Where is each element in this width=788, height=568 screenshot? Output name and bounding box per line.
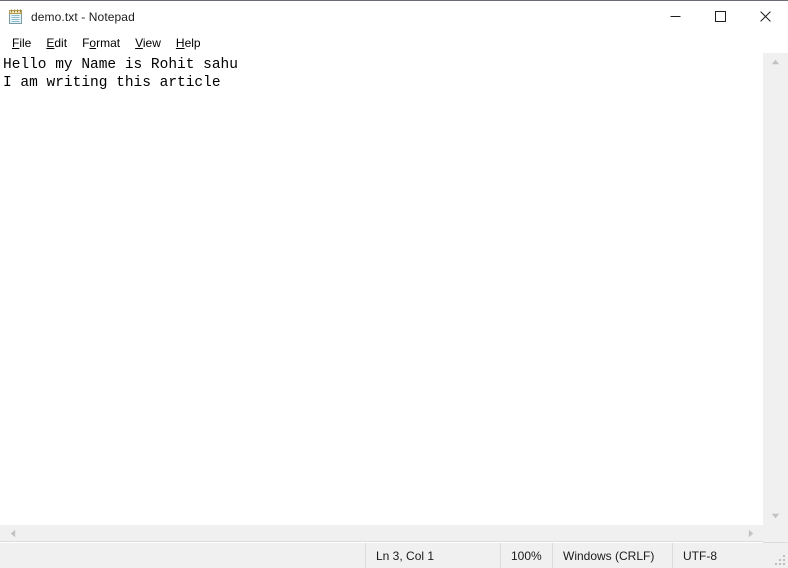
minimize-button[interactable] [653, 1, 698, 32]
window-title: demo.txt - Notepad [31, 9, 135, 24]
title-bar[interactable]: demo.txt - Notepad [0, 1, 788, 32]
close-button[interactable] [743, 1, 788, 32]
menu-item-edit[interactable]: Edit [39, 35, 75, 51]
minimize-icon [670, 16, 681, 17]
scroll-down-arrow-icon[interactable] [763, 507, 788, 525]
vertical-scrollbar[interactable] [763, 53, 788, 525]
status-encoding[interactable]: UTF-8 [672, 543, 788, 568]
status-zoom-level[interactable]: 100% [500, 543, 552, 568]
status-line-ending[interactable]: Windows (CRLF) [552, 543, 672, 568]
resize-grip-icon[interactable] [774, 554, 785, 565]
menu-item-file[interactable]: File [5, 35, 39, 51]
maximize-button[interactable] [698, 1, 743, 32]
status-cursor-position[interactable]: Ln 3, Col 1 [365, 543, 500, 568]
caption-button-group [653, 1, 788, 32]
text-line: I am writing this article [3, 75, 221, 91]
menu-item-help[interactable]: Help [169, 35, 209, 51]
editor-region: Hello my Name is Rohit sahu I am writing… [0, 53, 788, 543]
text-line: Hello my Name is Rohit sahu [3, 57, 238, 73]
status-bar: Ln 3, Col 1 100% Windows (CRLF) UTF-8 [0, 543, 788, 568]
title-bar-left: demo.txt - Notepad [0, 1, 135, 32]
menu-item-format[interactable]: Format [75, 35, 128, 51]
horizontal-scrollbar[interactable] [0, 525, 763, 542]
scroll-right-arrow-icon[interactable] [738, 525, 763, 542]
status-bar-spacer [0, 543, 365, 568]
close-icon [760, 11, 771, 22]
scroll-left-arrow-icon[interactable] [0, 525, 25, 542]
scroll-up-arrow-icon[interactable] [763, 53, 788, 71]
menu-bar: File Edit Format View Help [0, 32, 788, 53]
notepad-window: demo.txt - Notepad File Edit Format View… [0, 0, 788, 568]
notepad-icon [8, 9, 24, 25]
scrollbar-corner [763, 525, 788, 543]
editor-row: Hello my Name is Rohit sahu I am writing… [0, 53, 788, 525]
menu-item-view[interactable]: View [128, 35, 169, 51]
text-editor-area[interactable]: Hello my Name is Rohit sahu I am writing… [0, 53, 763, 525]
horizontal-scrollbar-row [0, 525, 788, 543]
maximize-icon [715, 11, 726, 22]
